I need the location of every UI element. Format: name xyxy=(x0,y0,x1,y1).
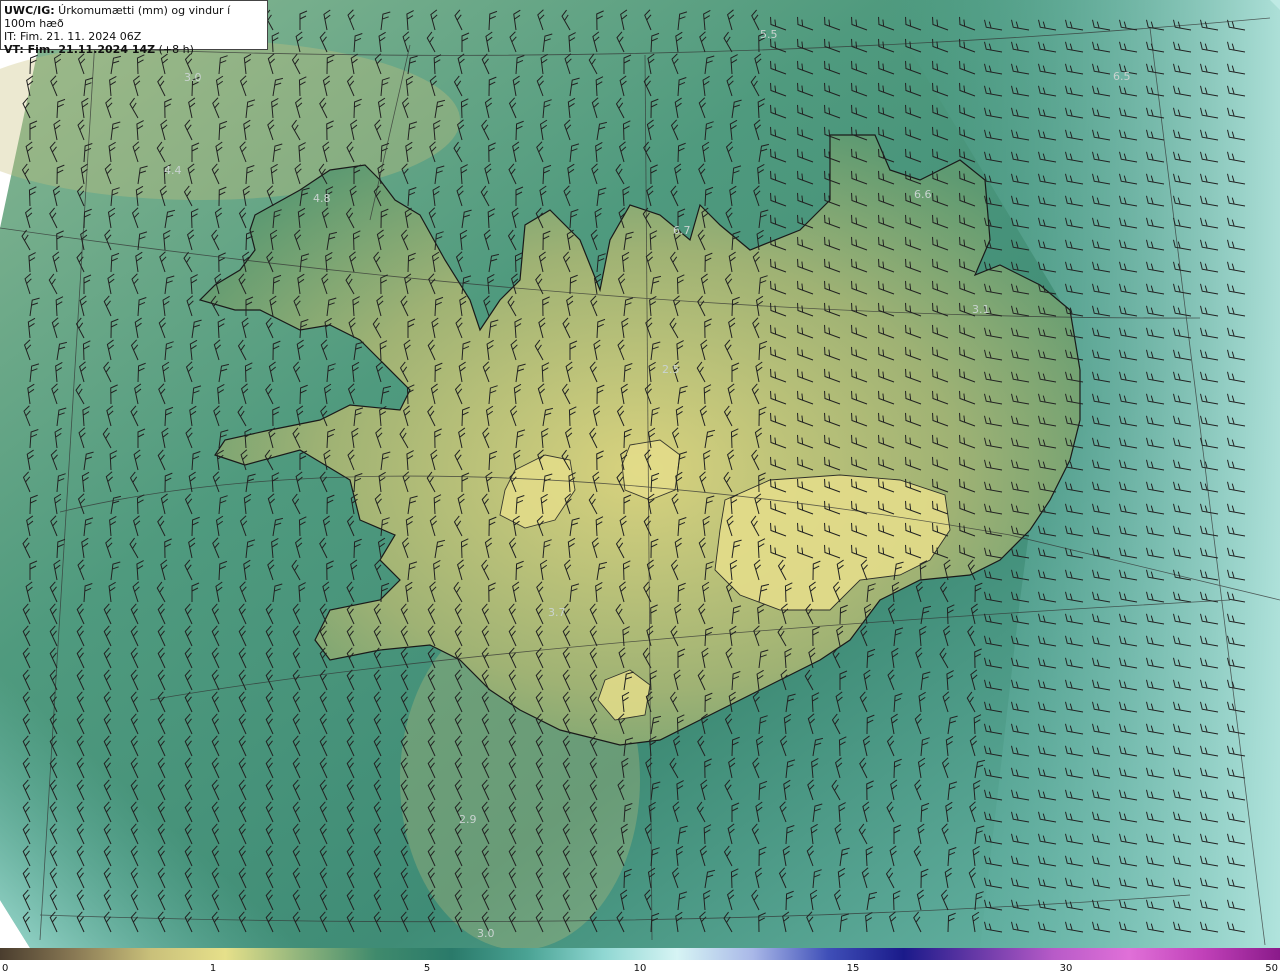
colorbar-tick: 5 xyxy=(423,963,431,974)
model-tag: UWC/IG: xyxy=(4,4,55,17)
map-value-label: 4.8 xyxy=(313,192,331,205)
map-value-label: 5.5 xyxy=(760,28,778,41)
colorbar-ticks: 0 1 5 10 15 30 50 xyxy=(0,962,1280,978)
colorbar-tick: 30 xyxy=(1059,963,1073,974)
map-value-label: 3.0 xyxy=(477,927,495,940)
precipitation-wind-map: 5.5 6.5 3.0 4.4 4.8 6.6 6.7 3.1 2.5 3.7 … xyxy=(0,0,1280,948)
colorbar-tick: 0 xyxy=(2,963,9,974)
valid-time: VT: Fim. 21.11.2024 14Z xyxy=(4,43,156,56)
map-value-label: 3.7 xyxy=(548,606,566,619)
precip-colorbar xyxy=(0,948,1280,960)
lead-time: (+8 h) xyxy=(155,43,194,56)
map-value-label: 3.1 xyxy=(972,303,990,316)
map-value-label: 6.6 xyxy=(914,188,932,201)
colorbar-tick: 10 xyxy=(633,963,647,974)
colorbar-tick: 50 xyxy=(1265,963,1278,974)
header-title-line: UWC/IG: Úrkomumætti (mm) og vindur í 100… xyxy=(4,4,264,30)
colorbar-tick: 15 xyxy=(846,963,860,974)
map-value-label: 6.5 xyxy=(1113,70,1131,83)
map-value-label: 2.9 xyxy=(459,813,477,826)
colorbar-tick: 1 xyxy=(209,963,217,974)
valid-time-line: VT: Fim. 21.11.2024 14Z (+8 h) xyxy=(4,43,264,56)
map-header: UWC/IG: Úrkomumætti (mm) og vindur í 100… xyxy=(0,0,268,56)
map-value-label: 3.0 xyxy=(184,71,202,84)
map-value-label: 4.4 xyxy=(164,164,182,177)
initial-time: IT: Fim. 21. 11. 2024 06Z xyxy=(4,30,142,43)
map-value-label: 2.5 xyxy=(662,363,680,376)
map-value-label: 6.7 xyxy=(673,224,691,237)
